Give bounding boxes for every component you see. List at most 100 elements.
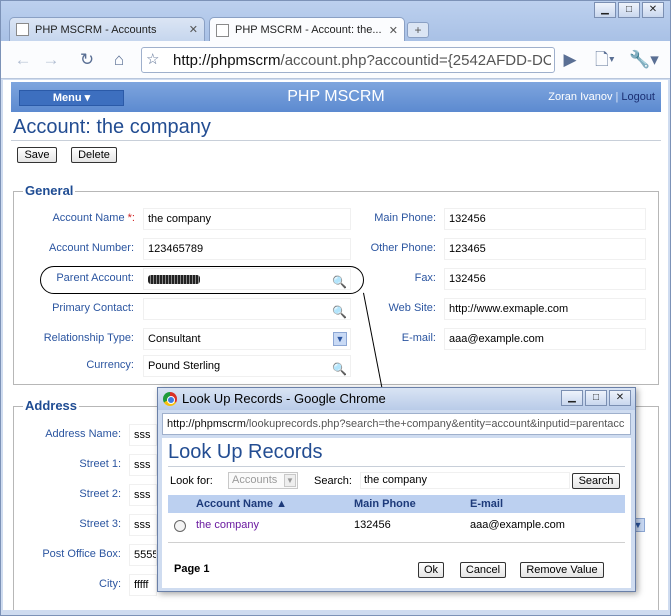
look-for-select[interactable]: Accounts ▼ [228,472,298,489]
other-phone-input[interactable]: 123465 [444,238,646,260]
currency-label: Currency: [86,359,134,371]
row-select-radio[interactable] [174,520,186,532]
primary-contact-label: Primary Contact: [52,302,134,314]
popup-url-bar[interactable]: http://phpmscrm/lookuprecords.php?search… [162,413,631,435]
column-account-name[interactable]: Account Name ▲ [196,498,287,510]
account-number-input[interactable]: 123465789 [143,238,351,260]
url-host: http://phpmscrm [173,52,281,69]
home-icon[interactable]: ⌂ [107,48,131,72]
magnifier-icon[interactable]: 🔍 [332,359,347,376]
back-arrow-icon[interactable]: ← [11,48,35,72]
divider [168,542,625,543]
account-name-label: Account Name *: [13,212,135,224]
row-email: aaa@example.com [470,519,565,531]
popup-window-title: Look Up Records - Google Chrome [182,391,386,406]
row-account-name[interactable]: the company [196,519,259,531]
url-text[interactable]: http://phpmscrm/account.php?accountid={2… [173,52,551,69]
browser-toolbar: ← → ↻ ⌂ ☆ http://phpmscrm/account.php?ac… [1,41,670,79]
cancel-button[interactable]: Cancel [460,562,506,578]
window-controls: ▁ □ ✕ [594,2,664,18]
search-input[interactable]: the company [360,472,570,489]
post-office-box-input[interactable]: 5555 [129,544,157,566]
reload-icon[interactable]: ↻ [75,48,99,72]
relationship-type-select[interactable]: Consultant ▼ [143,328,351,350]
tab-accounts[interactable]: PHP MSCRM - Accounts ✕ [9,17,205,41]
look-for-value: Accounts [232,474,278,486]
maximize-button[interactable]: □ [618,2,640,18]
star-icon[interactable]: ☆ [146,50,159,68]
look-for-label: Look for: [170,475,213,487]
table-row[interactable]: the company 132456 aaa@example.com [168,515,625,535]
street1-input[interactable]: sss [129,454,157,476]
popup-title-bar: Look Up Records - Google Chrome ▁ □ ✕ [158,388,635,410]
new-tab-button[interactable]: + [407,22,429,38]
logout-link[interactable]: Logout [621,91,655,103]
main-phone-input[interactable]: 132456 [444,208,646,230]
address-name-input[interactable]: sss [129,424,157,446]
address-bar[interactable]: ☆ http://phpmscrm/account.php?accountid=… [141,47,555,73]
city-input[interactable]: fffff [129,574,157,596]
column-email[interactable]: E-mail [470,498,503,510]
page-indicator: Page 1 [174,563,210,575]
chevron-down-icon[interactable]: ▼ [333,332,347,346]
website-input[interactable]: http://www.exmaple.com [444,298,646,320]
popup-heading: Look Up Records [168,441,323,463]
url-host: http://phpmscrm [167,418,246,430]
search-label: Search: [314,475,352,487]
fax-label: Fax: [414,272,436,284]
page-title: Account: the company [13,116,211,138]
street2-input[interactable]: sss [129,484,157,506]
account-number-label: Account Number: [49,242,134,254]
address-name-label: Address Name: [45,428,121,440]
address-legend: Address [23,398,80,413]
popup-window-controls: ▁ □ ✕ [561,390,631,406]
annotation-ellipse [40,266,364,294]
minimize-button[interactable]: ▁ [561,390,583,406]
account-name-input[interactable]: the company [143,208,351,230]
url-path: /lookuprecords.php?search=the+company&en… [245,418,625,430]
app-header: Menu ▾ PHP MSCRM Zoran Ivanov | Logout [11,82,661,112]
post-office-box-label: Post Office Box: [42,548,121,560]
other-phone-label: Other Phone: [370,242,436,254]
relationship-type-label: Relationship Type: [43,332,134,344]
maximize-button[interactable]: □ [585,390,607,406]
page-menu-icon[interactable]: 🗋▾ [591,48,619,72]
tab-label: PHP MSCRM - Accounts [35,23,157,36]
results-table-header: Account Name ▲ Main Phone E-mail [168,495,625,513]
delete-button[interactable]: Delete [71,147,117,163]
fax-input[interactable]: 132456 [444,268,646,290]
currency-input[interactable]: Pound Sterling 🔍 [143,355,351,377]
street3-input[interactable]: sss [129,514,157,536]
forward-arrow-icon[interactable]: → [39,48,63,72]
primary-contact-input[interactable]: 🔍 [143,298,351,320]
magnifier-icon[interactable]: 🔍 [332,302,347,319]
search-button[interactable]: Search [572,473,620,489]
website-label: Web Site: [388,302,437,314]
column-main-phone[interactable]: Main Phone [354,498,416,510]
divider [11,140,661,141]
url-path: /account.php?accountid={2542AFDD-DC9C [280,52,551,69]
close-icon[interactable]: ✕ [189,23,198,36]
tab-account-detail[interactable]: PHP MSCRM - Account: the... ✕ [209,17,405,42]
account-name-label-text: Account Name [52,212,125,224]
close-window-button[interactable]: ✕ [642,2,664,18]
remove-value-button[interactable]: Remove Value [520,562,604,578]
play-icon[interactable]: ▶ [558,48,582,72]
chrome-logo-icon [163,392,177,406]
minimize-button[interactable]: ▁ [594,2,616,18]
street1-label: Street 1: [79,458,121,470]
page-favicon-icon [216,23,229,37]
general-legend: General [23,183,76,198]
user-name: Zoran Ivanov [548,91,613,103]
required-marker: *: [127,212,135,224]
tab-label: PHP MSCRM - Account: the... [235,24,382,36]
close-window-button[interactable]: ✕ [609,390,631,406]
wrench-icon[interactable]: 🔧▾ [629,48,659,72]
save-button[interactable]: Save [17,147,57,163]
email-input[interactable]: aaa@example.com [444,328,646,350]
ok-button[interactable]: Ok [418,562,444,578]
close-icon[interactable]: ✕ [389,24,398,37]
city-label: City: [99,578,121,590]
divider [168,466,625,467]
tab-strip: PHP MSCRM - Accounts ✕ PHP MSCRM - Accou… [1,1,670,42]
